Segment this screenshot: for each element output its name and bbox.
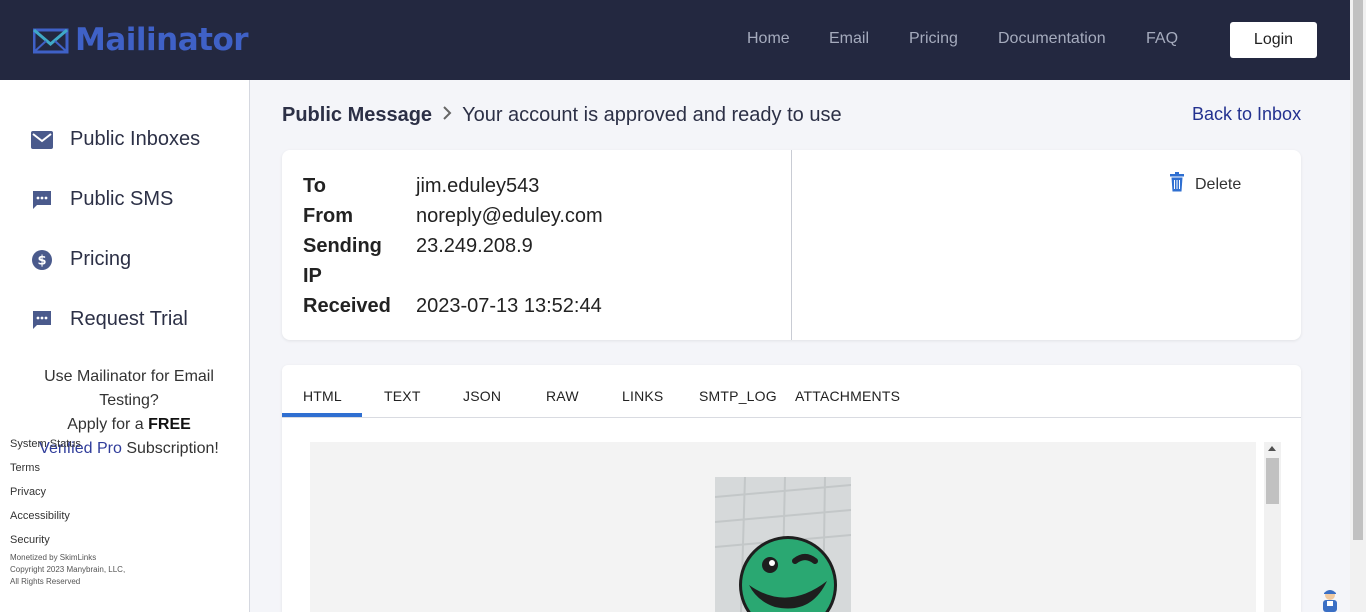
footer-link-accessibility[interactable]: Accessibility xyxy=(10,509,81,533)
brand-name: Mailinator xyxy=(75,22,249,58)
breadcrumb-root[interactable]: Public Message xyxy=(282,104,432,127)
tab-html[interactable]: HTML xyxy=(303,388,342,404)
from-value: noreply@eduley.com xyxy=(416,205,603,227)
tab-json[interactable]: JSON xyxy=(463,388,501,404)
mailinator-logo[interactable]: Mailinator xyxy=(33,22,249,58)
top-navbar: Mailinator Home Email Pricing Documentat… xyxy=(0,0,1350,80)
helper-avatar-icon[interactable] xyxy=(1319,588,1341,612)
tabs-divider xyxy=(282,417,1301,418)
email-frame-scrollbar-thumb[interactable] xyxy=(1266,458,1279,504)
received-label: Received xyxy=(303,295,391,317)
page-scrollbar[interactable] xyxy=(1350,0,1366,612)
tab-raw[interactable]: RAW xyxy=(546,388,579,404)
promo-tail: Subscription! xyxy=(126,440,219,457)
copyright-note: Copyright 2023 Manybrain, LLC, xyxy=(10,565,126,574)
card-divider xyxy=(791,150,792,340)
promo-apply: Apply for a xyxy=(67,416,144,433)
sidebar-item-label: Request Trial xyxy=(70,308,188,330)
nav-pricing[interactable]: Pricing xyxy=(909,30,958,48)
rights-note: All Rights Reserved xyxy=(10,577,81,586)
scroll-up-arrow-icon[interactable] xyxy=(1268,446,1276,451)
tab-smtp-log[interactable]: SMTP_LOG xyxy=(699,388,777,404)
nav-home[interactable]: Home xyxy=(747,30,790,48)
envelope-logo-icon xyxy=(33,28,69,54)
email-header-image xyxy=(715,477,851,612)
chat-icon xyxy=(31,309,53,331)
sending-ip-value: 23.249.208.9 xyxy=(416,235,533,257)
promo-text: Use Mailinator for Email Testing? xyxy=(44,368,214,409)
back-to-inbox-link[interactable]: Back to Inbox xyxy=(1192,104,1301,125)
trash-icon xyxy=(1169,172,1185,197)
delete-label: Delete xyxy=(1195,175,1242,193)
sending-ip-label-2: IP xyxy=(303,265,322,287)
to-value: jim.eduley543 xyxy=(416,175,540,197)
monetized-note: Monetized by SkimLinks xyxy=(10,553,97,562)
tab-attachments[interactable]: ATTACHMENTS xyxy=(795,388,900,404)
breadcrumb: Public Message Your account is approved … xyxy=(282,104,842,127)
page-scrollbar-thumb[interactable] xyxy=(1353,0,1363,540)
nav-email[interactable]: Email xyxy=(829,30,869,48)
message-meta-card: To jim.eduley543 From noreply@eduley.com… xyxy=(282,150,1301,340)
footer-links: System Status Terms Privacy Accessibilit… xyxy=(10,437,81,557)
sending-ip-label: Sending xyxy=(303,235,382,257)
from-label: From xyxy=(303,205,353,227)
login-button[interactable]: Login xyxy=(1230,22,1317,58)
to-label: To xyxy=(303,175,326,197)
sidebar-item-label: Public SMS xyxy=(70,188,174,210)
chat-icon xyxy=(31,189,53,211)
sidebar-item-request-trial[interactable]: Request Trial xyxy=(31,308,188,331)
nav-faq[interactable]: FAQ xyxy=(1146,30,1178,48)
sidebar-item-public-inboxes[interactable]: Public Inboxes xyxy=(31,128,200,151)
chevron-right-icon xyxy=(442,104,452,127)
dollar-icon: $ xyxy=(31,249,53,271)
promo-free: FREE xyxy=(148,416,191,433)
footer-link-system-status[interactable]: System Status xyxy=(10,437,81,461)
delete-button[interactable]: Delete xyxy=(1169,172,1241,197)
footer-link-terms[interactable]: Terms xyxy=(10,461,81,485)
tab-links[interactable]: LINKS xyxy=(622,388,663,404)
svg-text:$: $ xyxy=(37,253,46,268)
sidebar-item-label: Pricing xyxy=(70,248,132,270)
email-frame-scrollbar[interactable] xyxy=(1264,442,1281,612)
sidebar: Public Inboxes Public SMS $ Pricing Requ… xyxy=(0,80,250,612)
tab-text[interactable]: TEXT xyxy=(384,388,421,404)
sidebar-item-pricing[interactable]: $ Pricing xyxy=(31,248,131,271)
breadcrumb-subject: Your account is approved and ready to us… xyxy=(462,104,842,126)
mail-icon xyxy=(31,129,53,151)
sidebar-item-public-sms[interactable]: Public SMS xyxy=(31,188,173,211)
nav-documentation[interactable]: Documentation xyxy=(998,30,1106,48)
received-value: 2023-07-13 13:52:44 xyxy=(416,295,602,317)
footer-link-privacy[interactable]: Privacy xyxy=(10,485,81,509)
sidebar-item-label: Public Inboxes xyxy=(70,128,201,150)
